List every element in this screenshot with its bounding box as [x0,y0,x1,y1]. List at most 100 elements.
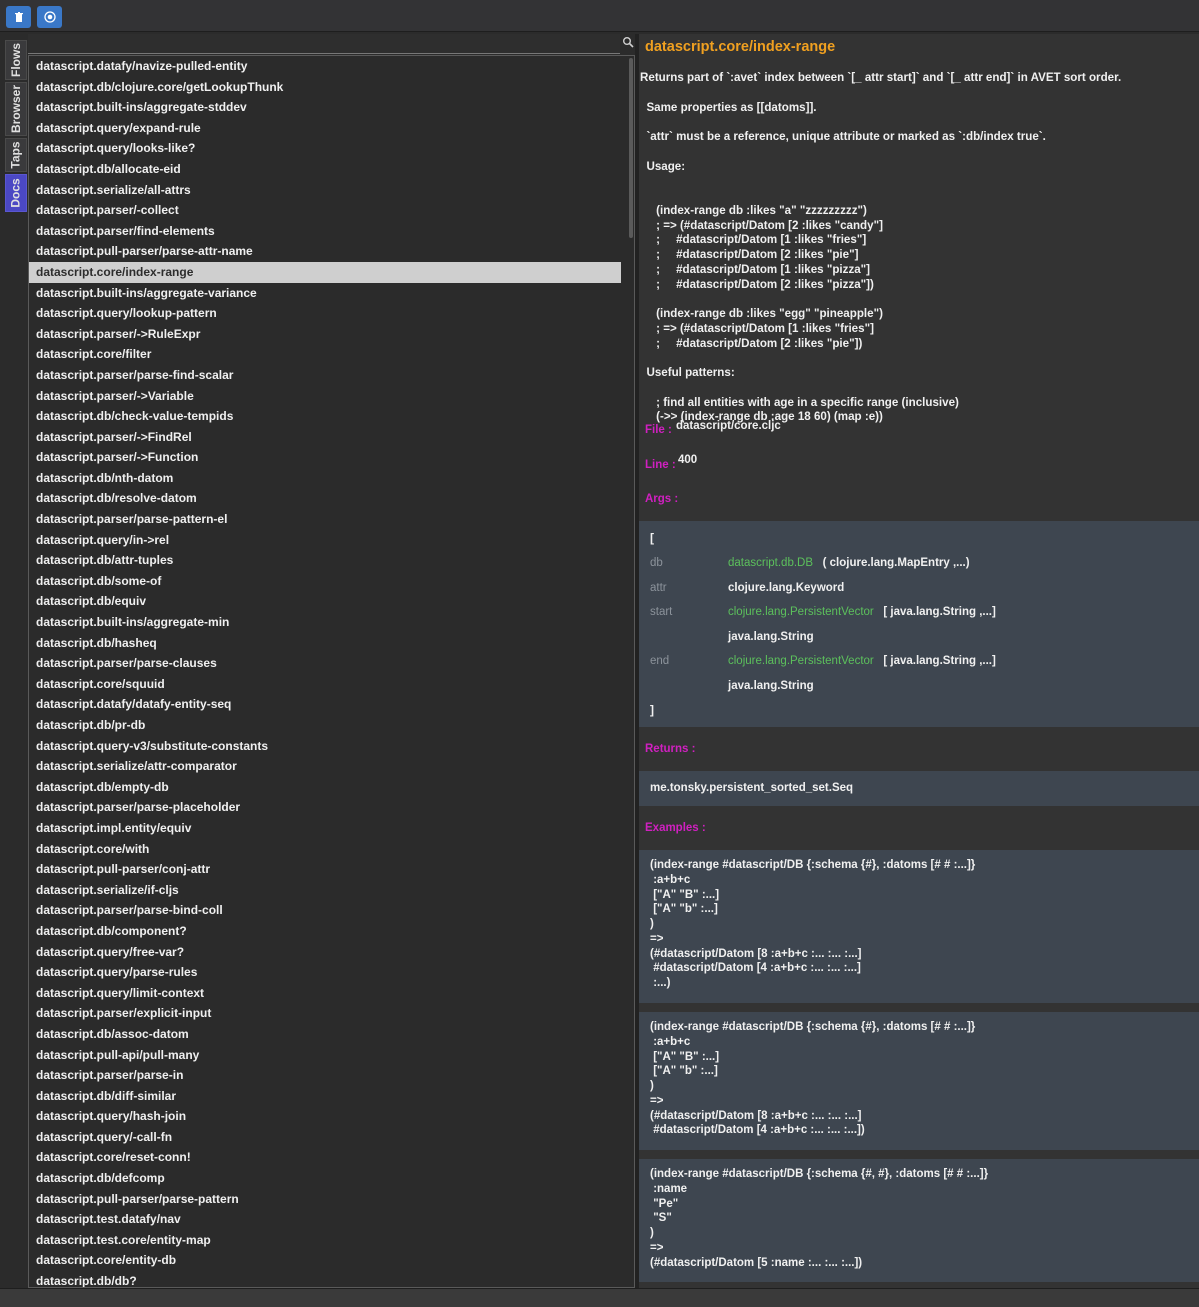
tab-docs[interactable]: Docs [5,174,27,212]
list-item[interactable]: datascript.db/pr-db [29,715,621,736]
list-item[interactable]: datascript.parser/parse-find-scalar [29,365,621,386]
list-item[interactable]: datascript.db/check-value-tempids [29,406,621,427]
list-item[interactable]: datascript.core/with [29,839,621,860]
list-item[interactable]: datascript.built-ins/aggregate-variance [29,283,621,304]
example-line: (index-range #datascript/DB {:schema {#}… [650,859,976,871]
example-line: :name [650,1182,688,1195]
toolbar [0,0,1199,32]
list-item[interactable]: datascript.pull-parser/conj-attr [29,859,621,880]
tab-taps[interactable]: Taps [5,138,27,172]
list-item[interactable]: datascript.query/lookup-pattern [29,303,621,324]
list-item[interactable]: datascript.parser/parse-clauses [29,653,621,674]
list-item[interactable]: datascript.serialize/if-cljs [29,880,621,901]
list-item[interactable]: datascript.query/-call-fn [29,1127,621,1148]
list-item[interactable]: datascript.test.datafy/nav [29,1209,621,1230]
list-item[interactable]: datascript.db/nth-datom [29,468,621,489]
list-item[interactable]: datascript.db/defcomp [29,1168,621,1189]
list-item[interactable]: datascript.parser/parse-placeholder [29,797,621,818]
example-line: :a+b+c [650,1035,691,1048]
list-item[interactable]: datascript.query/hash-join [29,1106,621,1127]
list-item[interactable]: datascript.serialize/all-attrs [29,180,621,201]
list-item[interactable]: datascript.query/free-var? [29,942,621,963]
doc-line: (index-range db :likes "a" "zzzzzzzzz") [640,203,867,217]
doc-line: ; #datascript/Datom [1 :likes "pizza"] [640,262,871,276]
record-button[interactable] [37,6,62,28]
arg-type: clojure.lang.PersistentVector [ java.lan… [728,655,996,667]
list-item[interactable]: datascript.query/looks-like? [29,138,621,159]
list-item[interactable]: datascript.parser/parse-in [29,1065,621,1086]
list-item[interactable]: datascript.db/some-of [29,571,621,592]
list-item[interactable]: datascript.query/in->rel [29,530,621,551]
list-item[interactable]: datascript.core/index-range [29,261,621,283]
tab-browser[interactable]: Browser [5,82,27,136]
arg-name: attr [650,581,667,594]
list-item[interactable]: datascript.db/attr-tuples [29,550,621,571]
list-item[interactable]: datascript.impl.entity/equiv [29,818,621,839]
list-item[interactable]: datascript.db/allocate-eid [29,159,621,180]
list-item[interactable]: datascript.pull-parser/parse-pattern [29,1189,621,1210]
arg-type: clojure.lang.PersistentVector [ java.lan… [728,606,996,618]
list-item[interactable]: datascript.parser/parse-bind-coll [29,900,621,921]
tab-flows[interactable]: Flows [5,40,27,80]
doc-description: Returns part of `:avet` index between `[… [640,71,1198,425]
arg-type-link[interactable]: clojure.lang.PersistentVector [728,606,874,618]
list-item[interactable]: datascript.db/diff-similar [29,1086,621,1107]
list-item[interactable]: datascript.db/assoc-datom [29,1024,621,1045]
arg-type-link[interactable]: clojure.lang.PersistentVector [728,655,874,667]
arg-name: end [650,655,670,667]
search-input[interactable] [28,34,620,54]
list-item[interactable]: datascript.parser/explicit-input [29,1003,621,1024]
list-item[interactable]: datascript.db/clojure.core/getLookupThun… [29,77,621,98]
list-item[interactable]: datascript.parser/->Variable [29,386,621,407]
doc-line: ; #datascript/Datom [2 :likes "pizza"]) [640,277,874,291]
line-value: 400 [678,454,698,466]
list-item[interactable]: datascript.query/parse-rules [29,962,621,983]
list-item[interactable]: datascript.db/hasheq [29,633,621,654]
list-item[interactable]: datascript.db/component? [29,921,621,942]
list-item[interactable]: datascript.db/resolve-datom [29,488,621,509]
doc-line [640,189,1198,204]
returns-label: Returns : [645,743,696,755]
returns-value: me.tonsky.persistent_sorted_set.Seq [650,782,854,794]
search-icon[interactable] [622,36,634,48]
list-item[interactable]: datascript.parser/->RuleExpr [29,324,621,345]
clear-button[interactable] [6,6,31,28]
doc-line: `attr` must be a reference, unique attri… [640,130,1046,143]
list-item[interactable]: datascript.parser/parse-pattern-el [29,509,621,530]
args-open-bracket: [ [650,531,654,545]
list-item[interactable]: datascript.core/reset-conn! [29,1147,621,1168]
example-line: #datascript/Datom [4 :a+b+c :... :... :.… [650,1124,865,1137]
list-item[interactable]: datascript.datafy/navize-pulled-entity [29,56,621,77]
arg-type-text: [ java.lang.String ,...] [883,606,996,618]
list-item[interactable]: datascript.core/squuid [29,674,621,695]
list-item[interactable]: datascript.core/entity-db [29,1250,621,1271]
list-item[interactable]: datascript.serialize/attr-comparator [29,756,621,777]
list-item[interactable]: datascript.parser/->FindRel [29,427,621,448]
doc-line: (index-range db :likes "egg" "pineapple"… [640,307,883,320]
doc-line: Same properties as [[datoms]]. [640,100,817,114]
list-item[interactable]: datascript.datafy/datafy-entity-seq [29,694,621,715]
doc-line [640,86,1198,101]
list-item[interactable]: datascript.query/expand-rule [29,118,621,139]
list-item[interactable]: datascript.db/db? [29,1271,621,1287]
list-item[interactable]: datascript.query-v3/substitute-constants [29,736,621,757]
tab-label: Flows [9,42,24,78]
list-item[interactable]: datascript.pull-api/pull-many [29,1045,621,1066]
arg-type-text: java.lang.String [728,630,814,643]
list-item[interactable]: datascript.db/equiv [29,591,621,612]
list-item[interactable]: datascript.built-ins/aggregate-stddev [29,97,621,118]
arg-type-link[interactable]: datascript.db.DB [728,557,813,569]
list-item[interactable]: datascript.query/limit-context [29,983,621,1004]
list-item[interactable]: datascript.pull-parser/parse-attr-name [29,241,621,262]
list-item[interactable]: datascript.parser/find-elements [29,221,621,242]
list-item[interactable]: datascript.db/empty-db [29,777,621,798]
list-item[interactable]: datascript.test.core/entity-map [29,1230,621,1251]
list-item[interactable]: datascript.core/filter [29,344,621,365]
examples-label: Examples : [645,822,706,834]
list-scrollbar[interactable] [629,58,633,238]
doc-line [640,145,1198,160]
example-line: ["A" "B" :...] [650,888,720,901]
list-item[interactable]: datascript.built-ins/aggregate-min [29,612,621,633]
list-item[interactable]: datascript.parser/->Function [29,447,621,468]
list-item[interactable]: datascript.parser/-collect [29,200,621,221]
